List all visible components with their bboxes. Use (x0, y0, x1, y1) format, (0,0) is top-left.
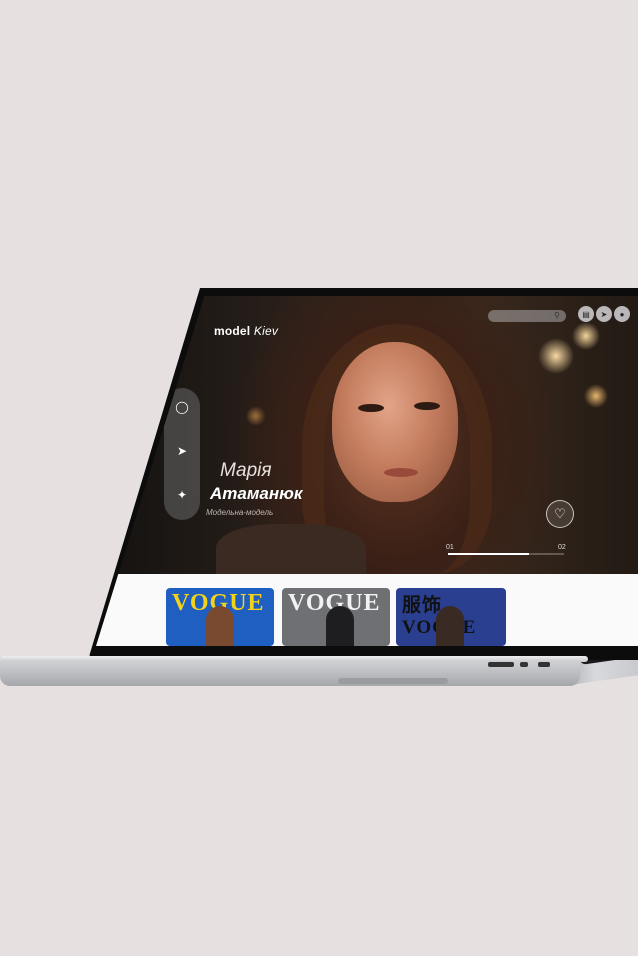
sd-slot (488, 662, 514, 667)
usb-port (520, 662, 528, 667)
magsafe-port (538, 662, 550, 667)
face-shape (332, 342, 458, 502)
cover-figure (326, 606, 354, 646)
cover-card[interactable]: 服饰VOGUE (396, 588, 506, 646)
favorite-button[interactable]: ♡ (546, 500, 574, 528)
slider-progress (448, 553, 530, 555)
folder-icon[interactable]: ▤ (578, 306, 594, 322)
cover-card[interactable]: VOGUE (166, 588, 274, 646)
search-icon[interactable]: ⚲ (554, 311, 560, 320)
logo-bold: model (214, 324, 251, 338)
logo-light: Kiev (253, 324, 279, 338)
heart-icon: ♡ (554, 506, 566, 521)
mouth (384, 468, 418, 477)
cover-figure (436, 606, 464, 646)
twitter-icon[interactable]: ✦ (164, 488, 200, 502)
slide-current: 01 (446, 544, 454, 551)
trackpad-notch (338, 678, 448, 684)
scene: model Kiev ⚲ ▤ ➤ ● ◯ ➤ ✦ Марія Атаманюк … (0, 0, 638, 956)
slider-track[interactable] (448, 553, 564, 555)
model-first-name: Марія (220, 460, 272, 481)
send-icon[interactable]: ➤ (596, 306, 612, 322)
laptop-screen: model Kiev ⚲ ▤ ➤ ● ◯ ➤ ✦ Марія Атаманюк … (96, 296, 638, 646)
model-last-name: Атаманюк (210, 484, 303, 503)
user-icon[interactable]: ● (614, 306, 630, 322)
covers-strip: VOGUE VOGUE 服饰VOGUE (96, 574, 638, 646)
site-logo[interactable]: model Kiev (214, 324, 278, 338)
cover-card[interactable]: VOGUE (282, 588, 390, 646)
right-eye (414, 402, 440, 410)
left-eye (358, 404, 384, 412)
slide-total: 02 (558, 544, 566, 551)
model-role: Модельна-модель (206, 508, 274, 517)
cover-figure (206, 606, 234, 646)
telegram-icon[interactable]: ➤ (164, 444, 200, 458)
